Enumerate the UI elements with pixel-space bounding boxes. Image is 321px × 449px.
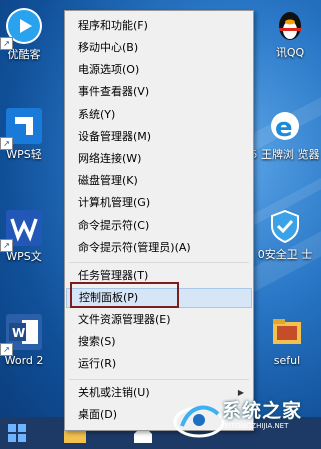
- watermark-logo-icon: [173, 405, 225, 438]
- watermark-title: 系统之家: [222, 400, 303, 422]
- watermark-url: XITONGZHIJIA.NET: [224, 422, 289, 430]
- menu-item-device-manager[interactable]: 设备管理器(M): [66, 127, 252, 147]
- youku-icon: ↗: [0, 8, 42, 50]
- desktop-icon-word[interactable]: W ↗ Word 2: [0, 314, 46, 367]
- icon-label: 讯QQ: [275, 46, 305, 59]
- menu-separator: [69, 379, 249, 380]
- menu-item-mobility-center[interactable]: 移动中心(B): [66, 38, 252, 58]
- menu-item-system[interactable]: 系统(Y): [66, 105, 252, 125]
- shortcut-arrow-icon: ↗: [0, 37, 13, 50]
- shortcut-arrow-icon: ↗: [0, 239, 13, 252]
- qq-penguin-icon: [272, 6, 308, 42]
- menu-separator: [69, 262, 249, 263]
- menu-item-network-connections[interactable]: 网络连接(W): [66, 149, 252, 169]
- desktop-icon-browser[interactable]: e 5 王牌浏 览器: [250, 108, 320, 161]
- menu-item-programs-features[interactable]: 程序和功能(F): [66, 16, 252, 36]
- menu-item-event-viewer[interactable]: 事件查看器(V): [66, 82, 252, 102]
- menu-item-search[interactable]: 搜索(S): [66, 332, 252, 352]
- desktop-icon-qq[interactable]: 讯QQ: [262, 6, 318, 59]
- menu-item-file-explorer[interactable]: 文件资源管理器(E): [66, 310, 252, 330]
- desktop-icon-wps-light[interactable]: ↗ WPS轻: [0, 108, 46, 161]
- folder-icon: [269, 314, 305, 350]
- svg-text:e: e: [275, 113, 293, 143]
- start-button[interactable]: [8, 424, 26, 442]
- menu-item-computer-management[interactable]: 计算机管理(G): [66, 193, 252, 213]
- menu-item-disk-management[interactable]: 磁盘管理(K): [66, 171, 252, 191]
- menu-item-label: 关机或注销(U): [78, 386, 150, 399]
- menu-item-power-options[interactable]: 电源选项(O): [66, 60, 252, 80]
- menu-item-command-prompt-admin[interactable]: 命令提示符(管理员)(A): [66, 238, 252, 258]
- icon-label: seful: [273, 354, 301, 367]
- windows-logo-icon: [8, 424, 16, 432]
- ie-browser-icon: e: [267, 108, 303, 144]
- context-menu: 程序和功能(F) 移动中心(B) 电源选项(O) 事件查看器(V) 系统(Y) …: [64, 10, 254, 431]
- menu-item-command-prompt[interactable]: 命令提示符(C): [66, 216, 252, 236]
- desktop-icon-wps-writer[interactable]: ↗ WPS文: [0, 210, 46, 263]
- svg-text:W: W: [12, 326, 25, 340]
- shield-icon: [267, 208, 303, 244]
- wps-light-icon: ↗: [0, 108, 42, 150]
- desktop-background: ↗ 优酷客 ↗ WPS轻 ↗ WPS文 W ↗ Word 2 讯QQ e 5 王…: [0, 0, 321, 449]
- menu-item-run[interactable]: 运行(R): [66, 354, 252, 374]
- word-icon: W ↗: [0, 314, 42, 356]
- icon-label: 5 王牌浏 览器: [250, 148, 320, 161]
- desktop-icon-youku[interactable]: ↗ 优酷客: [0, 8, 46, 61]
- highlight-annotation-box: [70, 282, 179, 308]
- wps-writer-icon: ↗: [0, 210, 42, 252]
- shortcut-arrow-icon: ↗: [0, 343, 13, 356]
- shortcut-arrow-icon: ↗: [0, 137, 13, 150]
- icon-label: 0安全卫 士: [257, 248, 313, 261]
- desktop-icon-360-security[interactable]: 0安全卫 士: [250, 208, 320, 261]
- desktop-icon-useful[interactable]: seful: [254, 314, 320, 367]
- watermark: 系统之家 XITONGZHIJIA.NET: [172, 392, 321, 449]
